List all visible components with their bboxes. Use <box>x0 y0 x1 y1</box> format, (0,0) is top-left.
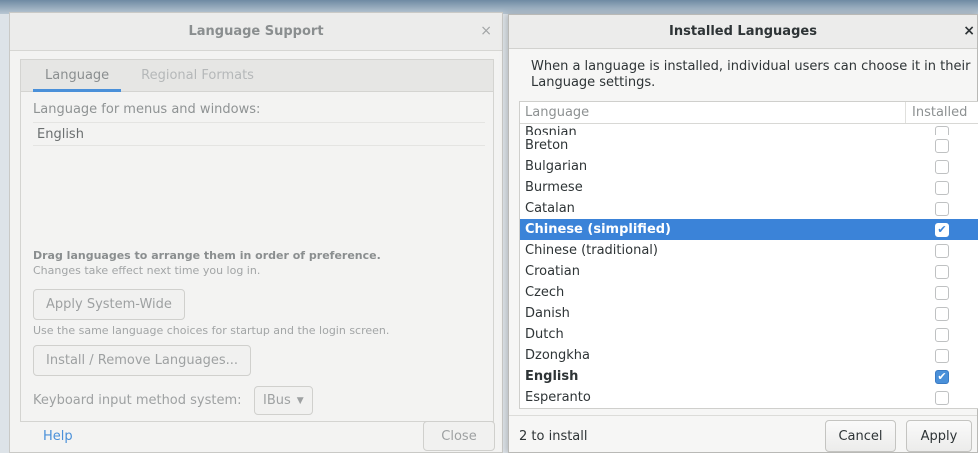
language-name: Bosnian <box>525 125 577 135</box>
column-header-language[interactable]: Language <box>520 102 906 123</box>
languages-table-body: Bosnian Breton Bulgarian Burmese Catalan Chin… <box>520 124 978 408</box>
close-icon[interactable]: × <box>963 23 975 39</box>
apply-system-wide-button[interactable]: Apply System-Wide <box>33 289 185 320</box>
checkmark-icon: ✔ <box>937 223 947 236</box>
installed-checkbox[interactable] <box>935 390 949 405</box>
table-row[interactable]: Czech <box>520 282 978 303</box>
language-name: Czech <box>525 285 565 300</box>
language-notebook: Language Regional Formats Language for m… <box>20 59 494 422</box>
installed-cell <box>906 306 978 321</box>
installed-languages-title: Installed Languages <box>669 24 817 39</box>
language-name: Dutch <box>525 327 564 342</box>
installed-languages-titlebar: Installed Languages × <box>509 15 977 49</box>
language-support-titlebar: Language Support × <box>10 13 502 51</box>
language-name: Bulgarian <box>525 159 588 174</box>
table-row[interactable]: Chinese (simplified) ✔ <box>520 219 978 240</box>
installed-cell <box>906 285 978 300</box>
language-support-dialog: Language Support × Language Regional For… <box>9 12 503 453</box>
language-name: Esperanto <box>525 390 591 405</box>
keyboard-input-label: Keyboard input method system: <box>33 393 242 408</box>
installed-checkbox[interactable] <box>935 285 949 300</box>
installed-cell <box>906 264 978 279</box>
installed-cell <box>906 180 978 195</box>
tab-bar: Language Regional Formats <box>21 60 493 92</box>
language-name: Chinese (traditional) <box>525 243 658 258</box>
table-row[interactable]: English ✔ <box>520 366 978 387</box>
table-row[interactable]: Breton <box>520 135 978 156</box>
language-name: Burmese <box>525 180 583 195</box>
cancel-button[interactable]: Cancel <box>825 420 896 452</box>
table-row[interactable]: Chinese (traditional) <box>520 240 978 261</box>
installed-cell <box>906 138 978 153</box>
language-name: Danish <box>525 306 570 321</box>
footer-divider <box>509 415 977 416</box>
installed-checkbox[interactable]: ✔ <box>935 369 949 384</box>
language-name: Chinese (simplified) <box>525 222 672 237</box>
keyboard-input-method-value: IBus <box>263 393 291 408</box>
installed-cell <box>906 126 978 135</box>
installed-cell <box>906 327 978 342</box>
installed-checkbox[interactable] <box>935 306 949 321</box>
install-count-status: 2 to install <box>519 429 588 444</box>
installed-checkbox[interactable] <box>935 201 949 216</box>
installed-cell <box>906 159 978 174</box>
checkmark-icon: ✔ <box>937 370 947 383</box>
installed-checkbox[interactable] <box>935 138 949 153</box>
installed-checkbox[interactable] <box>935 327 949 342</box>
table-row[interactable]: Catalan <box>520 198 978 219</box>
table-row[interactable]: Dutch <box>520 324 978 345</box>
language-support-title: Language Support <box>188 24 324 39</box>
system-wide-note: Use the same language choices for startu… <box>33 324 390 337</box>
language-name: English <box>525 369 579 384</box>
installed-cell <box>906 201 978 216</box>
keyboard-input-method-select[interactable]: IBus ▼ <box>254 386 313 415</box>
table-row[interactable]: Dzongkha <box>520 345 978 366</box>
tab-regional-formats[interactable]: Regional Formats <box>129 60 266 91</box>
installed-checkbox[interactable] <box>935 264 949 279</box>
language-name: Dzongkha <box>525 348 591 363</box>
column-header-installed[interactable]: Installed <box>906 105 978 120</box>
installed-checkbox[interactable] <box>935 159 949 174</box>
language-name: Breton <box>525 138 569 153</box>
drag-hint-note: Changes take effect next time you log in… <box>33 264 261 277</box>
installed-checkbox[interactable] <box>935 180 949 195</box>
installed-checkbox[interactable]: ✔ <box>935 222 949 237</box>
language-name: Catalan <box>525 201 575 216</box>
installed-cell: ✔ <box>906 222 978 237</box>
apply-button[interactable]: Apply <box>906 420 972 452</box>
installed-checkbox[interactable] <box>935 126 949 135</box>
table-row[interactable]: Burmese <box>520 177 978 198</box>
language-name: Croatian <box>525 264 580 279</box>
table-row[interactable]: Danish <box>520 303 978 324</box>
table-header: Language Installed <box>520 102 978 124</box>
installed-cell <box>906 390 978 405</box>
dropdown-caret-icon: ▼ <box>296 395 304 406</box>
installed-checkbox[interactable] <box>935 348 949 363</box>
table-row[interactable]: Croatian <box>520 261 978 282</box>
close-button[interactable]: Close <box>423 421 495 451</box>
install-remove-languages-button[interactable]: Install / Remove Languages... <box>33 345 251 376</box>
installed-languages-description: When a language is installed, individual… <box>531 59 971 90</box>
close-icon[interactable]: × <box>480 23 492 39</box>
installed-languages-dialog: Installed Languages × When a language is… <box>508 14 978 453</box>
tab-language[interactable]: Language <box>33 60 122 92</box>
menus-language-label: Language for menus and windows: <box>33 102 261 117</box>
languages-table: Language Installed Bosnian Breton Bulgaria… <box>519 101 978 409</box>
drag-hint: Drag languages to arrange them in order … <box>33 249 381 262</box>
table-row[interactable]: Bulgarian <box>520 156 978 177</box>
language-list-item[interactable]: English <box>33 122 485 146</box>
help-button[interactable]: Help <box>43 429 73 444</box>
installed-checkbox[interactable] <box>935 243 949 258</box>
installed-cell: ✔ <box>906 369 978 384</box>
installed-cell <box>906 348 978 363</box>
table-row[interactable]: Esperanto <box>520 387 978 408</box>
table-row[interactable]: Bosnian <box>520 124 978 135</box>
installed-cell <box>906 243 978 258</box>
